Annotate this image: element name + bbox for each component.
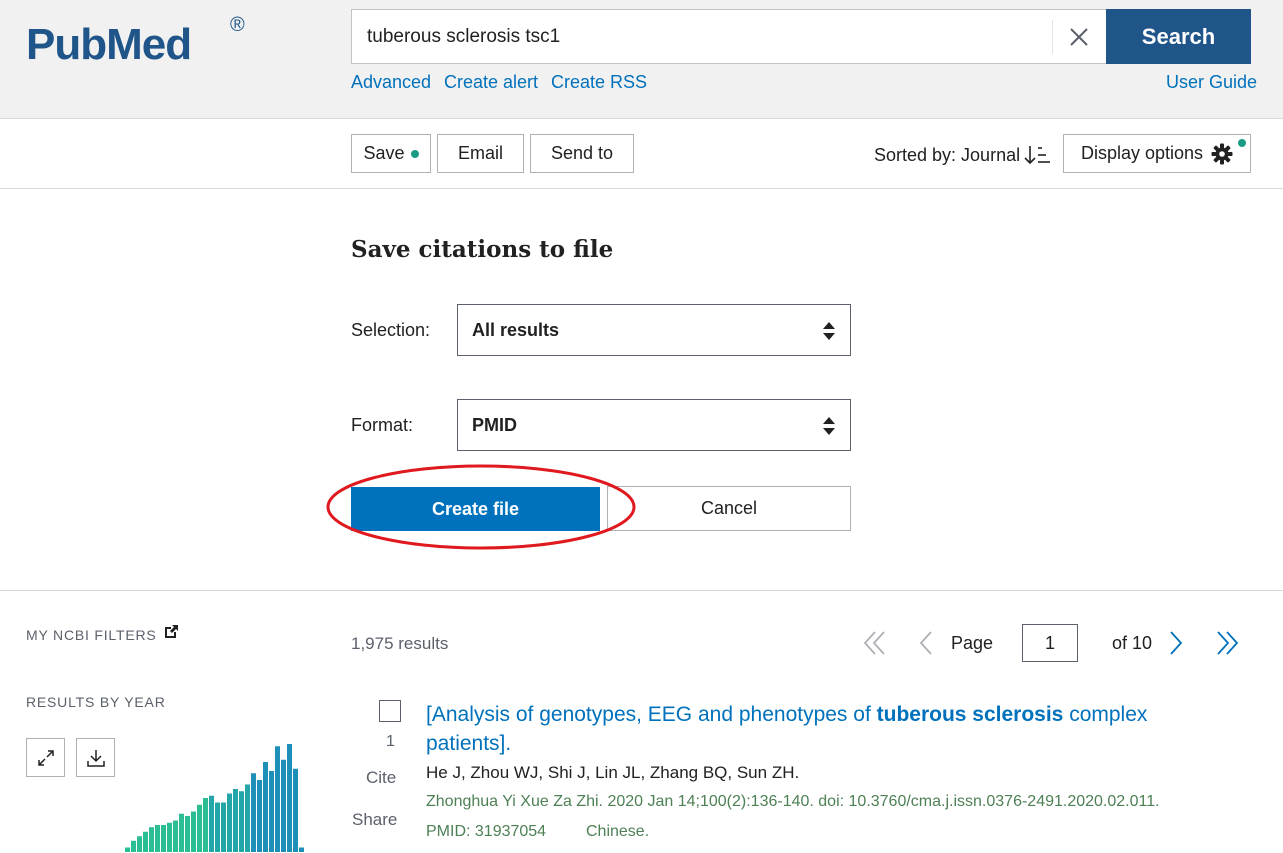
last-page-icon[interactable] [1214, 624, 1242, 662]
year-bar[interactable] [185, 816, 190, 852]
year-bar[interactable] [143, 831, 148, 852]
title-text: [Analysis of genotypes, EEG and phenotyp… [426, 703, 877, 726]
year-bar[interactable] [287, 744, 292, 852]
page-label: Page [951, 633, 994, 653]
sort-descending-icon [1024, 146, 1051, 165]
year-bar[interactable] [251, 773, 256, 852]
clear-search-button[interactable] [1064, 22, 1094, 52]
expand-chart-button[interactable] [26, 738, 65, 777]
gear-icon [1211, 143, 1233, 164]
first-page-icon[interactable] [862, 624, 888, 662]
year-bar[interactable] [281, 759, 286, 852]
selection-label: Selection: [351, 320, 431, 340]
year-bar[interactable] [215, 802, 220, 853]
result-number: 1 [386, 733, 395, 750]
sort-label: Sorted by: Journal [874, 144, 1021, 165]
select-arrows-icon [823, 417, 835, 435]
display-options-button[interactable]: Display options [1063, 134, 1251, 173]
active-dot-icon [410, 149, 419, 158]
year-bar[interactable] [125, 847, 130, 853]
save-button-label: Save [363, 143, 405, 163]
close-icon [1070, 28, 1088, 46]
selection-value: All results [472, 320, 560, 340]
year-bar[interactable] [293, 768, 298, 852]
save-button[interactable]: Save [351, 134, 431, 173]
download-chart-button[interactable] [76, 738, 115, 777]
result-checkbox[interactable] [379, 700, 401, 722]
year-bar[interactable] [257, 780, 262, 852]
external-link-icon[interactable] [163, 624, 179, 640]
result-authors: He J, Zhou WJ, Shi J, Lin JL, Zhang BQ, … [426, 763, 800, 782]
year-bar[interactable] [167, 822, 172, 852]
send-to-button[interactable]: Send to [530, 134, 634, 173]
result-title-link[interactable]: [Analysis of genotypes, EEG and phenotyp… [426, 700, 1226, 758]
display-options-dot-icon [1238, 139, 1246, 147]
search-input[interactable] [352, 10, 1052, 63]
previous-page-icon[interactable] [916, 624, 936, 662]
action-bar: Save Email Send to Sorted by: Journal Di… [0, 119, 1283, 189]
send-to-button-label: Send to [550, 143, 614, 163]
save-panel-title: Save citations to file [351, 236, 614, 263]
format-label: Format: [351, 415, 414, 435]
year-bar[interactable] [227, 793, 232, 853]
logo-text: PubMed [26, 20, 192, 69]
year-bar[interactable] [131, 840, 136, 852]
year-bar[interactable] [239, 791, 244, 852]
year-bar[interactable] [203, 798, 208, 852]
results-by-year-heading: RESULTS BY YEAR [26, 694, 166, 710]
next-page-icon[interactable] [1166, 624, 1186, 662]
title-highlight: tuberous sclerosis [876, 703, 1064, 726]
select-arrows-icon [823, 322, 835, 340]
results-count: 1,975 results [351, 634, 449, 653]
advanced-link[interactable]: Advanced [351, 72, 431, 93]
year-bar[interactable] [173, 820, 178, 853]
highlight-ellipse [326, 464, 636, 550]
email-button-label: Email [457, 143, 503, 163]
share-link[interactable]: Share [352, 810, 397, 830]
year-bar[interactable] [275, 746, 280, 852]
result-pmid: PMID: 31937054 [426, 823, 547, 840]
search-divider [1052, 20, 1053, 54]
year-bar[interactable] [263, 762, 268, 852]
email-button[interactable]: Email [437, 134, 524, 173]
year-bar[interactable] [179, 813, 184, 852]
selection-select[interactable]: All results [457, 304, 851, 356]
year-bar[interactable] [191, 811, 196, 853]
create-rss-link[interactable]: Create RSS [551, 72, 647, 93]
section-divider [0, 590, 1283, 591]
total-pages: of 10 [1112, 633, 1153, 653]
logo-registered-mark: ® [230, 14, 245, 36]
search-button[interactable]: Search [1106, 9, 1251, 64]
page-number-input[interactable] [1022, 624, 1078, 662]
download-icon [86, 749, 105, 767]
my-ncbi-filters-heading: MY NCBI FILTERS [26, 627, 157, 643]
pubmed-logo[interactable]: PubMed ® [26, 6, 258, 86]
display-options-label: Display options [1080, 143, 1204, 163]
create-alert-link[interactable]: Create alert [444, 72, 538, 93]
year-bar[interactable] [209, 795, 214, 852]
format-select[interactable]: PMID [457, 399, 851, 451]
sort-control[interactable]: Sorted by: Journal [874, 144, 1052, 166]
year-bar[interactable] [137, 836, 142, 852]
header: PubMed ® Search Advanced Create alert Cr… [0, 0, 1283, 119]
year-bar[interactable] [149, 827, 154, 852]
year-bar[interactable] [245, 784, 250, 853]
format-value: PMID [472, 415, 517, 435]
search-box [351, 9, 1107, 64]
user-guide-link[interactable]: User Guide [1166, 72, 1257, 93]
year-bar[interactable] [161, 825, 166, 852]
year-bar[interactable] [197, 804, 202, 852]
result-language: Chinese. [586, 823, 650, 840]
year-bar[interactable] [299, 847, 304, 853]
cite-link[interactable]: Cite [366, 768, 396, 788]
year-bar[interactable] [155, 825, 160, 852]
year-bar[interactable] [221, 802, 226, 853]
result-journal-citation: Zhonghua Yi Xue Za Zhi. 2020 Jan 14;100(… [426, 793, 1160, 810]
results-by-year-chart[interactable] [120, 738, 305, 853]
year-bar[interactable] [269, 771, 274, 852]
cancel-button[interactable]: Cancel [607, 486, 851, 531]
expand-icon [37, 749, 54, 766]
year-bar[interactable] [233, 789, 238, 852]
